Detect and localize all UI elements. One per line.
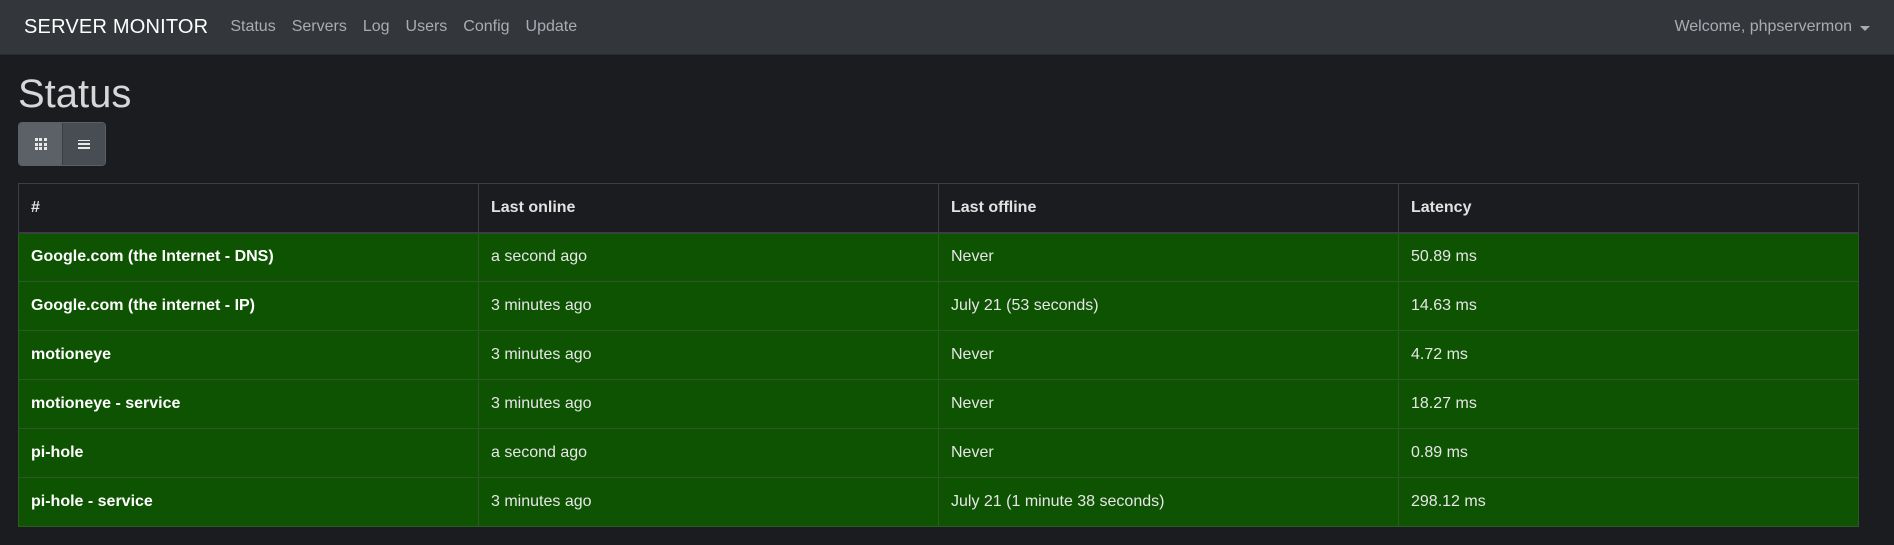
view-toggle-group bbox=[18, 122, 106, 166]
table-row[interactable]: Google.com (the internet - IP) 3 minutes… bbox=[18, 281, 1859, 331]
last-offline-cell: Never bbox=[938, 428, 1399, 478]
server-name[interactable]: Google.com (the internet - IP) bbox=[18, 281, 479, 331]
last-online-cell: 3 minutes ago bbox=[478, 330, 939, 380]
page-title: Status bbox=[18, 72, 132, 116]
list-view-button[interactable] bbox=[62, 123, 105, 165]
table-row[interactable]: pi-hole - service 3 minutes ago July 21 … bbox=[18, 477, 1859, 527]
table-row[interactable]: pi-hole a second ago Never 0.89 ms bbox=[18, 428, 1859, 478]
grid-view-button[interactable] bbox=[19, 123, 62, 165]
list-icon bbox=[78, 139, 90, 149]
column-header-last-online: Last online bbox=[478, 183, 939, 234]
server-name[interactable]: Google.com (the Internet - DNS) bbox=[18, 232, 479, 282]
last-online-cell: 3 minutes ago bbox=[478, 379, 939, 429]
column-header-last-offline: Last offline bbox=[938, 183, 1399, 234]
last-offline-cell: July 21 (1 minute 38 seconds) bbox=[938, 477, 1399, 527]
latency-cell: 4.72 ms bbox=[1398, 330, 1859, 380]
server-name[interactable]: motioneye - service bbox=[18, 379, 479, 429]
latency-cell: 50.89 ms bbox=[1398, 232, 1859, 282]
brand-link[interactable]: SERVER MONITOR bbox=[24, 16, 208, 39]
last-online-cell: a second ago bbox=[478, 232, 939, 282]
caret-down-icon bbox=[1860, 25, 1870, 31]
welcome-text: Welcome, phpservermon bbox=[1674, 18, 1852, 35]
nav-link-log[interactable]: Log bbox=[363, 18, 390, 36]
server-name[interactable]: pi-hole bbox=[18, 428, 479, 478]
table-header-row: # Last online Last offline Latency bbox=[18, 183, 1859, 234]
last-offline-cell: Never bbox=[938, 232, 1399, 282]
grid-icon bbox=[34, 138, 47, 150]
latency-cell: 14.63 ms bbox=[1398, 281, 1859, 331]
latency-cell: 298.12 ms bbox=[1398, 477, 1859, 527]
top-navbar: SERVER MONITOR Status Servers Log Users … bbox=[0, 0, 1894, 55]
table-row[interactable]: motioneye - service 3 minutes ago Never … bbox=[18, 379, 1859, 429]
nav-link-status[interactable]: Status bbox=[230, 18, 275, 36]
table-row[interactable]: Google.com (the Internet - DNS) a second… bbox=[18, 232, 1859, 282]
nav-link-config[interactable]: Config bbox=[463, 18, 509, 36]
nav-link-servers[interactable]: Servers bbox=[292, 18, 347, 36]
nav-link-users[interactable]: Users bbox=[406, 18, 448, 36]
nav-link-update[interactable]: Update bbox=[526, 18, 578, 36]
last-offline-cell: Never bbox=[938, 330, 1399, 380]
server-name[interactable]: pi-hole - service bbox=[18, 477, 479, 527]
user-menu[interactable]: Welcome, phpservermon bbox=[1674, 18, 1870, 36]
column-header-latency: Latency bbox=[1398, 183, 1859, 234]
main-content: Status # Last online Last offline Latenc… bbox=[0, 72, 1894, 527]
column-header-name: # bbox=[18, 183, 479, 234]
last-online-cell: a second ago bbox=[478, 428, 939, 478]
last-online-cell: 3 minutes ago bbox=[478, 477, 939, 527]
latency-cell: 18.27 ms bbox=[1398, 379, 1859, 429]
latency-cell: 0.89 ms bbox=[1398, 428, 1859, 478]
nav-links: Status Servers Log Users Config Update bbox=[230, 18, 593, 36]
last-offline-cell: July 21 (53 seconds) bbox=[938, 281, 1399, 331]
table-row[interactable]: motioneye 3 minutes ago Never 4.72 ms bbox=[18, 330, 1859, 380]
last-online-cell: 3 minutes ago bbox=[478, 281, 939, 331]
last-offline-cell: Never bbox=[938, 379, 1399, 429]
status-table: # Last online Last offline Latency Googl… bbox=[18, 183, 1859, 527]
server-name[interactable]: motioneye bbox=[18, 330, 479, 380]
